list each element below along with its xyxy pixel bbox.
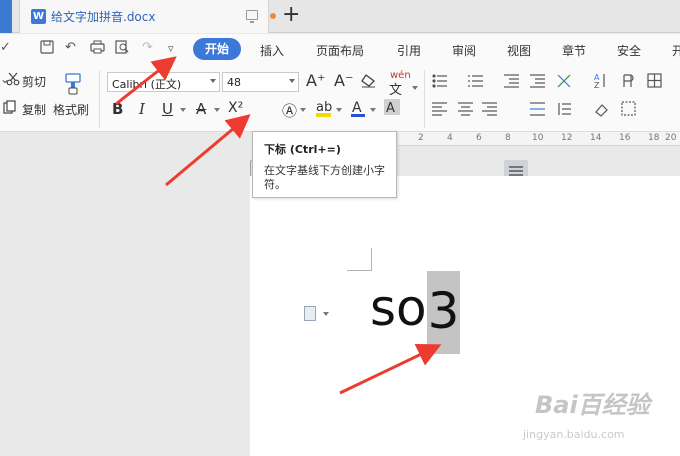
ruler-tick: 20 <box>665 133 677 143</box>
ruler-tick: 12 <box>561 133 573 143</box>
font-name-value: Calibri (正文) <box>112 78 182 91</box>
document-tab[interactable]: W 给文字加拼音.docx <box>19 0 276 33</box>
italic-button[interactable]: I <box>139 100 145 118</box>
clear-format-icon[interactable] <box>360 73 377 91</box>
ribbon-separator <box>424 70 425 128</box>
save-icon[interactable] <box>40 40 54 58</box>
tab-start[interactable]: 开始 <box>193 38 241 60</box>
ruler-tick: 14 <box>590 133 602 143</box>
ruler-tick: 16 <box>619 133 631 143</box>
menu-chevron-icon[interactable]: ✓ <box>0 40 11 55</box>
paragraph-tools-icon[interactable]: AZ <box>432 72 672 126</box>
margin-corner-mark <box>371 248 372 271</box>
ruler-tick: 4 <box>447 133 453 143</box>
svg-text:ab: ab <box>316 100 332 115</box>
font-size-value: 48 <box>227 76 241 89</box>
selected-character[interactable]: 3 <box>426 271 461 354</box>
chevron-down-icon[interactable] <box>300 108 306 112</box>
text-effect-icon[interactable]: Ⓐ <box>282 100 297 121</box>
print-icon[interactable] <box>90 40 105 58</box>
superscript-button[interactable]: X² <box>228 100 243 116</box>
font-name-select[interactable]: Calibri (正文) <box>107 72 220 92</box>
home-tab-edge[interactable] <box>0 0 12 33</box>
format-painter-label[interactable]: 格式刷 <box>53 101 89 118</box>
baidu-watermark-logo: Bai百经验 <box>535 391 650 419</box>
chevron-down-icon[interactable] <box>412 86 418 90</box>
horizontal-ruler[interactable]: 2 4 6 8 10 12 14 16 18 20 <box>398 132 680 146</box>
paragraph-menu-icon[interactable] <box>304 306 316 321</box>
font-color-icon[interactable]: A <box>350 98 366 121</box>
chevron-down-icon <box>289 79 295 83</box>
ruler-tick: 2 <box>418 133 424 143</box>
scissors-icon[interactable] <box>6 72 20 89</box>
tab-references[interactable]: 引用 <box>397 42 421 59</box>
menu-bar: ✓ ↶ ↷ ▿ 开始 插入 页面布局 引用 审阅 视图 章节 安全 开 <box>0 34 680 64</box>
ribbon-toolbar: ⌄ 剪切 复制 格式刷 Calibri (正文) 48 A⁺ A⁻ wén 文 <box>0 64 680 184</box>
ruler-tick: 18 <box>648 133 660 143</box>
bold-button[interactable]: B <box>112 100 123 118</box>
ribbon-separator <box>99 70 100 128</box>
chevron-down-icon <box>210 79 216 83</box>
tab-view[interactable]: 视图 <box>507 42 531 59</box>
chevron-down-icon[interactable] <box>323 312 329 316</box>
tab-bar: W 给文字加拼音.docx + <box>0 0 680 33</box>
svg-text:A: A <box>386 101 395 115</box>
writer-logo-icon: W <box>31 9 46 24</box>
phonetic-guide-char[interactable]: 文 <box>389 79 402 98</box>
print-preview-icon[interactable] <box>115 40 130 58</box>
char-shading-icon[interactable]: A <box>384 99 400 118</box>
document-text-main[interactable]: so <box>370 279 427 337</box>
chevron-down-icon[interactable] <box>180 108 186 112</box>
tab-security[interactable]: 安全 <box>617 42 641 59</box>
tooltip-description: 在文字基线下方创建小字符。 <box>264 164 385 191</box>
tab-page-layout[interactable]: 页面布局 <box>316 42 364 59</box>
document-tab-title: 给文字加拼音.docx <box>51 10 156 24</box>
wps-writer-window: W 给文字加拼音.docx + ✓ ↶ ↷ ▿ 开始 插入 页面布局 引用 审阅… <box>0 0 680 456</box>
format-painter-icon[interactable] <box>63 73 83 98</box>
chevron-down-icon[interactable] <box>336 108 342 112</box>
redo-icon[interactable]: ↷ <box>142 40 153 55</box>
copy-icon[interactable] <box>3 100 17 117</box>
screen-icon[interactable] <box>246 10 258 23</box>
chevron-down-icon[interactable] <box>370 108 376 112</box>
shrink-font-icon[interactable]: A⁻ <box>334 71 353 90</box>
svg-text:A: A <box>352 100 362 116</box>
tab-review[interactable]: 审阅 <box>452 42 476 59</box>
subscript-tooltip: 下标 (Ctrl+=) 在文字基线下方创建小字符。 <box>252 131 397 198</box>
margin-corner-mark <box>347 270 371 271</box>
grow-font-icon[interactable]: A⁺ <box>306 71 325 90</box>
tab-more[interactable]: 开 <box>672 42 680 59</box>
baidu-watermark-url: jingyan.baidu.com <box>523 428 625 441</box>
unsaved-dot-icon <box>270 13 276 19</box>
strikethrough-button[interactable]: A <box>196 100 206 118</box>
copy-label[interactable]: 复制 <box>22 101 46 118</box>
undo-icon[interactable]: ↶ <box>65 40 76 55</box>
ruler-tick: 10 <box>532 133 544 143</box>
ruler-tick: 8 <box>505 133 511 143</box>
ruler-tick: 6 <box>476 133 482 143</box>
quick-access-dropdown-icon[interactable]: ▿ <box>168 42 174 55</box>
chevron-down-icon[interactable] <box>214 108 220 112</box>
underline-button[interactable]: U <box>162 100 173 118</box>
new-tab-button[interactable]: + <box>282 3 300 27</box>
tooltip-title: 下标 (Ctrl+=) <box>264 143 341 156</box>
tab-insert[interactable]: 插入 <box>260 42 284 59</box>
document-text[interactable]: so3 <box>370 271 461 354</box>
font-size-select[interactable]: 48 <box>222 72 299 92</box>
svg-text:Z: Z <box>594 81 600 90</box>
highlight-icon[interactable]: ab <box>315 98 333 121</box>
cut-label[interactable]: 剪切 <box>22 73 46 90</box>
tab-section[interactable]: 章节 <box>562 42 586 59</box>
